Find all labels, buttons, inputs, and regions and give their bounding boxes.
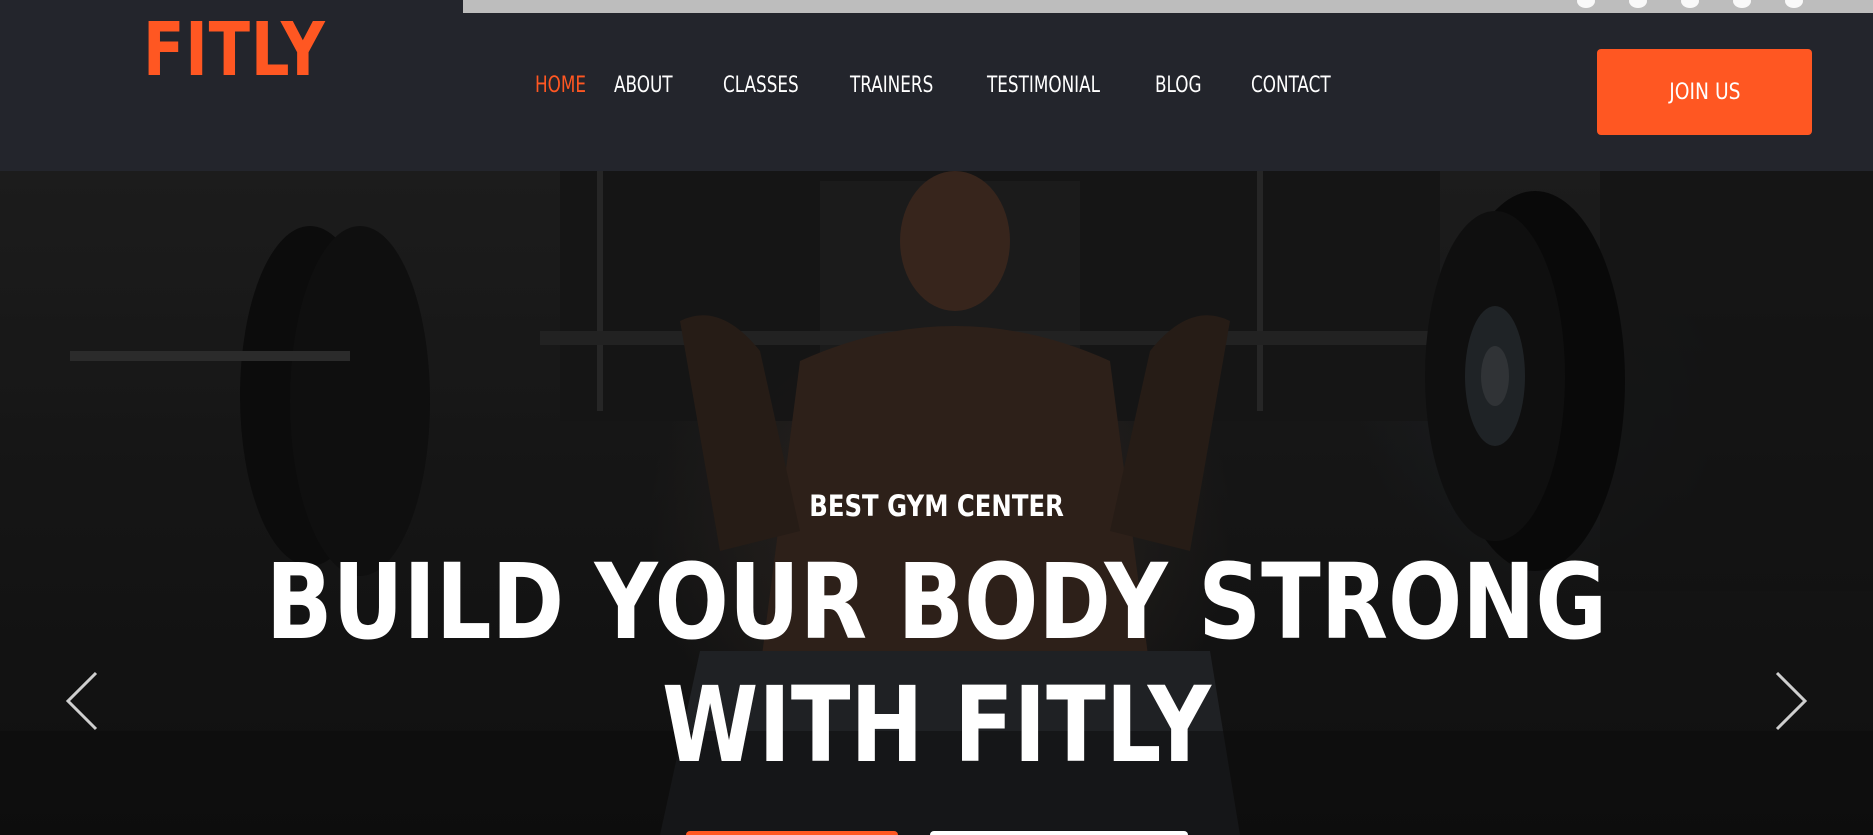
join-us-button[interactable]: JOIN US: [1597, 49, 1812, 135]
slider-next-button[interactable]: [1769, 671, 1809, 731]
nav-item-home[interactable]: HOME: [535, 75, 602, 97]
top-bar: [463, 0, 1873, 13]
slider-prev-button[interactable]: [64, 671, 104, 731]
hero-subtitle-text: BEST GYM CENTER: [809, 489, 1064, 523]
social-icon[interactable]: [1577, 0, 1595, 8]
nav-item-classes[interactable]: CLASSES: [723, 75, 831, 97]
social-icon[interactable]: [1733, 0, 1751, 8]
social-icon[interactable]: [1681, 0, 1699, 8]
hero-primary-button[interactable]: [686, 831, 898, 835]
hero-slider: BEST GYM CENTER BUILD YOUR BODY STRONG W…: [0, 171, 1873, 835]
social-icon[interactable]: [1785, 0, 1803, 8]
site-header: FITLY HOME ABOUT CLASSES TRAINERS TESTIM…: [0, 13, 1873, 171]
site-logo[interactable]: FITLY: [143, 13, 326, 87]
chevron-left-icon: [65, 671, 98, 731]
nav-item-testimonial[interactable]: TESTIMONIAL: [987, 75, 1130, 97]
nav-item-contact[interactable]: CONTACT: [1251, 75, 1336, 97]
nav-item-about[interactable]: ABOUT: [614, 75, 707, 97]
hero-secondary-button[interactable]: [930, 831, 1188, 835]
nav-item-trainers[interactable]: TRAINERS: [850, 75, 966, 97]
hero-title-line-1: BUILD YOUR BODY STRONG: [265, 541, 1608, 663]
chevron-right-icon: [1775, 671, 1808, 731]
social-icon[interactable]: [1629, 0, 1647, 8]
nav-item-blog[interactable]: BLOG: [1155, 75, 1237, 97]
hero-subtitle: BEST GYM CENTER: [0, 489, 1873, 523]
hero-title-line-2: WITH FITLY: [661, 663, 1212, 786]
hero-title: BUILD YOUR BODY STRONG WITH FITLY: [0, 541, 1873, 786]
main-nav: HOME ABOUT CLASSES TRAINERS TESTIMONIAL …: [535, 75, 1351, 97]
social-links: [1577, 0, 1803, 8]
join-us-label: JOIN US: [1668, 79, 1741, 105]
